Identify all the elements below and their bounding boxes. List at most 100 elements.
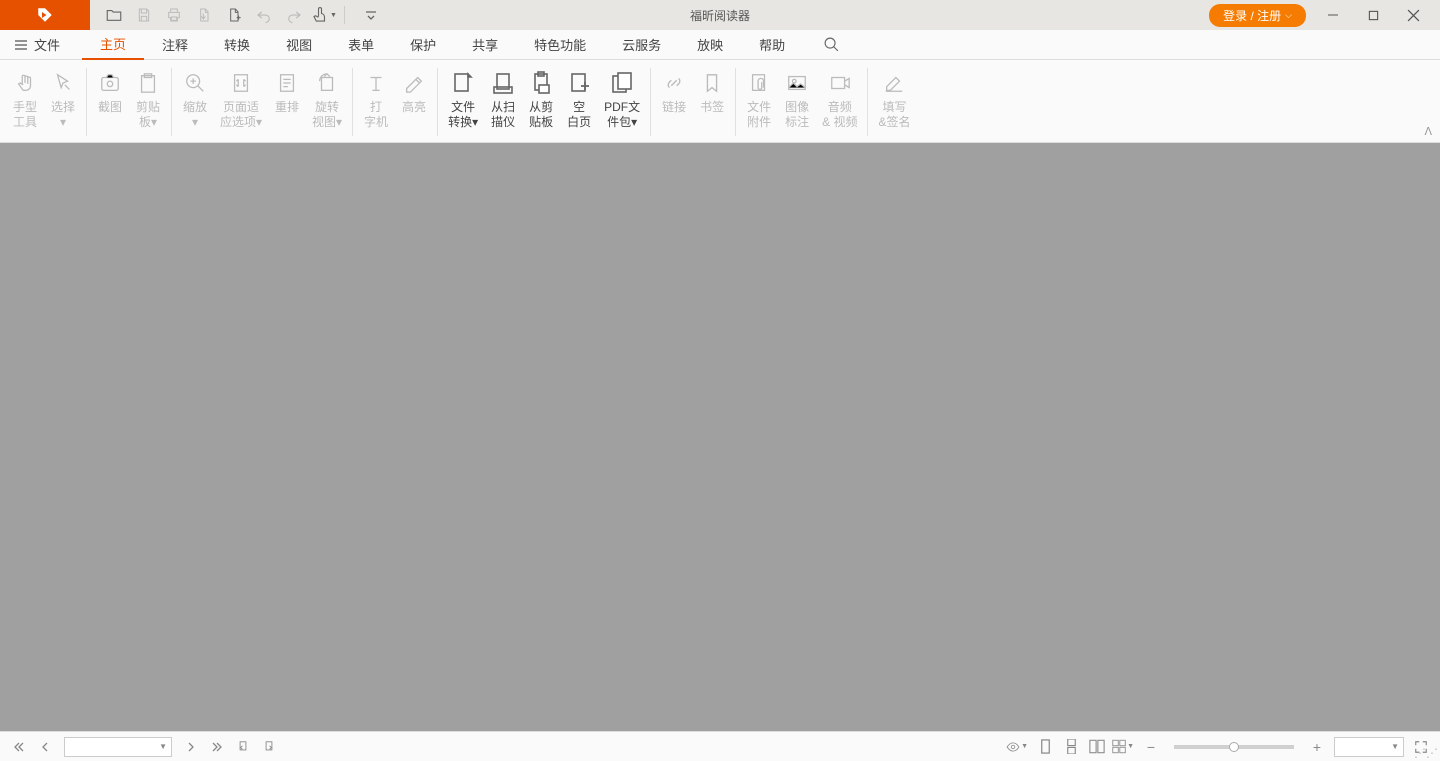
reflow-icon [274,70,300,96]
qat-dropdown-icon[interactable] [351,1,391,29]
app-logo-button[interactable] [0,0,90,30]
close-button[interactable] [1394,1,1432,29]
redo-icon[interactable] [280,1,308,29]
menu-tab[interactable]: 保护 [392,30,454,60]
separator [171,68,172,136]
rotate-icon [314,70,340,96]
zoom-slider[interactable] [1174,745,1294,749]
continuous-facing-icon[interactable]: ▼ [1112,736,1134,758]
statusbar-right: ▼ ▼ − + ▼ [1006,736,1432,758]
zoom-icon [182,70,208,96]
ribbon-button: 填写 &签名 [872,66,916,134]
ribbon-button[interactable]: 空 白页 [560,66,598,134]
ribbon-button: 链接 [655,66,693,119]
continuous-page-icon[interactable] [1060,736,1082,758]
print-icon[interactable] [160,1,188,29]
ribbon-button-label: PDF文 件包▾ [604,100,640,130]
ribbon-button: 重排 [268,66,306,119]
ribbon-group: 手型 工具选择 ▾ [6,66,82,138]
ribbon-group: 文件 转换▾从扫 描仪从剪 贴板空 白页PDF文 件包▾ [442,66,646,138]
ribbon-button: 选择 ▾ [44,66,82,134]
ribbon-group: 文件 附件图像 标注音频 & 视频 [740,66,863,138]
zoom-slider-thumb[interactable] [1229,742,1239,752]
open-icon[interactable] [100,1,128,29]
prev-page-icon[interactable] [34,736,56,758]
view-mode-buttons: ▼ [1034,736,1134,758]
file-menu[interactable]: 文件 [14,35,60,54]
ribbon-button-label: 页面适 应选项▾ [220,100,262,130]
separator [86,68,87,136]
menu-tab[interactable]: 主页 [82,30,144,60]
chevron-down-icon: ⌵ [1285,10,1292,21]
next-page-icon[interactable] [180,736,202,758]
menu-tab[interactable]: 特色功能 [516,30,604,60]
ribbon-button: 高亮 [395,66,433,119]
menu-tab[interactable]: 视图 [268,30,330,60]
content-back-icon[interactable] [232,736,254,758]
ribbon-button-label: 音频 & 视频 [822,100,857,130]
menu-tab[interactable]: 云服务 [604,30,679,60]
resize-grip-icon[interactable]: ⋰⋰ [1414,747,1438,759]
blank-icon [566,70,592,96]
ribbon-button: 文件 附件 [740,66,778,134]
ribbon-button-label: 文件 转换▾ [448,100,478,130]
ribbon-button-label: 从剪 贴板 [529,100,553,130]
ribbon-button-label: 填写 &签名 [878,100,910,130]
document-area [0,143,1440,731]
facing-page-icon[interactable] [1086,736,1108,758]
ribbon-button: 图像 标注 [778,66,816,134]
ribbon-button: 手型 工具 [6,66,44,134]
titlebar: ▼ 福昕阅读器 登录 / 注册 ⌵ [0,0,1440,30]
hamburger-icon [14,39,28,51]
snapshot-icon [97,70,123,96]
ribbon-button: 音频 & 视频 [816,66,863,134]
export-icon[interactable] [190,1,218,29]
ribbon-button[interactable]: 从扫 描仪 [484,66,522,134]
ribbon-button-label: 手型 工具 [13,100,37,130]
save-icon[interactable] [130,1,158,29]
ribbon-button[interactable]: PDF文 件包▾ [598,66,646,134]
fitpage-icon [228,70,254,96]
last-page-icon[interactable] [206,736,228,758]
separator [437,68,438,136]
menu-tab[interactable]: 注释 [144,30,206,60]
login-register-button[interactable]: 登录 / 注册 ⌵ [1209,4,1306,27]
ribbon-button-label: 旋转 视图▾ [312,100,342,130]
ribbon-button[interactable]: 从剪 贴板 [522,66,560,134]
sign-icon [881,70,907,96]
ribbon-button: 剪贴 板▾ [129,66,167,134]
single-page-icon[interactable] [1034,736,1056,758]
minimize-button[interactable] [1314,1,1352,29]
quick-access-toolbar: ▼ [90,0,391,30]
menu-tab[interactable]: 表单 [330,30,392,60]
first-page-icon[interactable] [8,736,30,758]
ribbon-button: 旋转 视图▾ [306,66,348,134]
search-icon[interactable] [817,31,845,59]
attach-icon [746,70,772,96]
maximize-button[interactable] [1354,1,1392,29]
login-label: 登录 / 注册 [1223,7,1281,24]
zoom-out-icon[interactable]: − [1140,736,1162,758]
ribbon-button[interactable]: 文件 转换▾ [442,66,484,134]
page-number-input[interactable]: ▼ [64,737,172,757]
hand-icon [12,70,38,96]
convert-icon [450,70,476,96]
undo-icon[interactable] [250,1,278,29]
zoom-in-icon[interactable]: + [1306,736,1328,758]
new-icon[interactable] [220,1,248,29]
ribbon-button-label: 书签 [700,100,724,115]
zoom-level-input[interactable]: ▼ [1334,737,1404,757]
separator [650,68,651,136]
menu-tab[interactable]: 共享 [454,30,516,60]
menu-tab[interactable]: 转换 [206,30,268,60]
fromclip-icon [528,70,554,96]
image-icon [784,70,810,96]
scanner-icon [490,70,516,96]
menu-tab[interactable]: 帮助 [741,30,803,60]
menu-tab[interactable]: 放映 [679,30,741,60]
reading-mode-icon[interactable]: ▼ [1006,736,1028,758]
highlight-icon [401,70,427,96]
touch-mode-icon[interactable]: ▼ [310,1,338,29]
collapse-ribbon-icon[interactable]: ᐱ [1424,125,1432,138]
content-forward-icon[interactable] [258,736,280,758]
